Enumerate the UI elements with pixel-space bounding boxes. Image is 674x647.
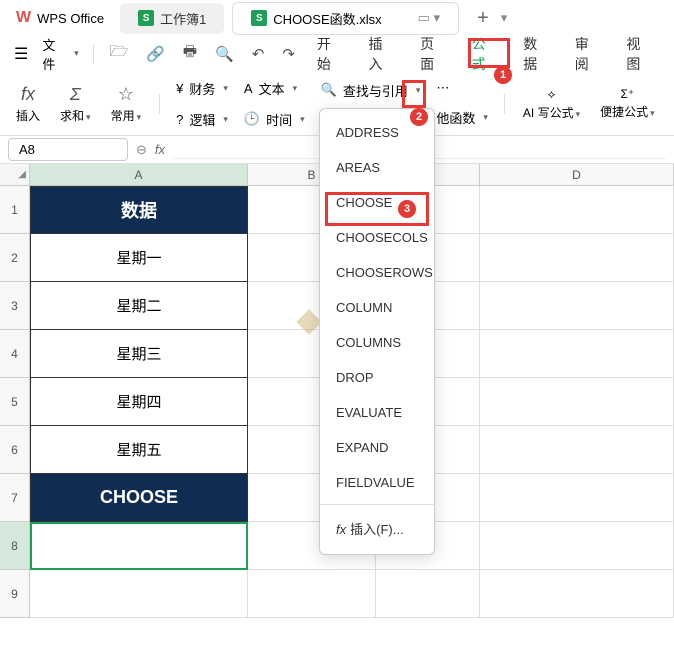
logic-button[interactable]: ? 逻辑▾ bbox=[170, 106, 234, 133]
ai-formula-button[interactable]: ⟡ AI 写公式▾ bbox=[515, 85, 588, 123]
cell-A6[interactable]: 星期五 bbox=[30, 426, 248, 474]
fn-choosecols[interactable]: CHOOSECOLS bbox=[320, 220, 434, 255]
annotation-badge-1: 1 bbox=[494, 66, 512, 84]
tab-data[interactable]: 数据 bbox=[511, 26, 563, 82]
row-header-3[interactable]: 3 bbox=[0, 282, 30, 330]
row-header-2[interactable]: 2 bbox=[0, 234, 30, 282]
app-logo[interactable]: W WPS Office bbox=[8, 5, 112, 31]
file-menu[interactable]: 文件▾ bbox=[36, 31, 84, 77]
cell-A3[interactable]: 星期二 bbox=[30, 282, 248, 330]
preview-icon[interactable]: 🔍 bbox=[207, 39, 242, 69]
fn-columns[interactable]: COLUMNS bbox=[320, 325, 434, 360]
tab-insert[interactable]: 插入 bbox=[356, 26, 408, 82]
divider bbox=[93, 44, 94, 64]
sigma-icon: Σ bbox=[70, 84, 81, 105]
tab-view[interactable]: 视图 bbox=[614, 26, 666, 82]
text-button[interactable]: A 文本▾ bbox=[238, 75, 311, 102]
insert-function-item[interactable]: fx插入(F)... bbox=[320, 509, 434, 548]
row-header-4[interactable]: 4 bbox=[0, 330, 30, 378]
fn-fieldvalue[interactable]: FIELDVALUE bbox=[320, 465, 434, 500]
other-fn-button[interactable]: 他函数▾ bbox=[430, 104, 494, 131]
menu-tabs: 开始 插入 页面 公式 数据 审阅 视图 bbox=[305, 26, 666, 82]
row-header-5[interactable]: 5 bbox=[0, 378, 30, 426]
star-icon: ☆ bbox=[118, 84, 134, 105]
tab-start[interactable]: 开始 bbox=[305, 26, 357, 82]
workbook-tab-1[interactable]: S 工作簿1 bbox=[120, 3, 224, 34]
share-icon[interactable]: 🔗 bbox=[138, 39, 173, 69]
row-header-6[interactable]: 6 bbox=[0, 426, 30, 474]
wps-logo-icon: W bbox=[16, 9, 31, 27]
fn-column[interactable]: COLUMN bbox=[320, 290, 434, 325]
sigma-plus-icon: Σ⁺ bbox=[621, 87, 635, 101]
fn-drop[interactable]: DROP bbox=[320, 360, 434, 395]
quick-formula-button[interactable]: Σ⁺ 便捷公式▾ bbox=[592, 85, 663, 122]
cell-A4[interactable]: 星期三 bbox=[30, 330, 248, 378]
cell-A7[interactable]: CHOOSE bbox=[30, 474, 248, 522]
finance-icon: ¥ bbox=[176, 81, 183, 96]
tab-dropdown-icon[interactable]: ▾ bbox=[501, 10, 508, 26]
separator bbox=[320, 504, 434, 505]
redo-icon[interactable]: ↷ bbox=[274, 39, 303, 69]
cell-A1[interactable]: 数据 bbox=[30, 186, 248, 234]
common-button[interactable]: ☆ 常用▾ bbox=[103, 82, 150, 126]
finance-button[interactable]: ¥ 财务▾ bbox=[170, 75, 234, 102]
lookup-button[interactable]: 🔍 查找与引用▾ bbox=[315, 77, 427, 104]
hamburger-icon[interactable]: ☰ bbox=[8, 40, 34, 68]
text-icon: A bbox=[244, 81, 253, 96]
cell-reference-input[interactable] bbox=[8, 138, 128, 161]
col-header-D[interactable]: D bbox=[480, 164, 674, 186]
search-icon: 🔍 bbox=[321, 82, 337, 98]
sheet-icon: S bbox=[251, 10, 267, 26]
more-button[interactable]: ⋯ bbox=[430, 76, 494, 100]
ai-icon: ⟡ bbox=[548, 87, 556, 102]
window-controls-icon[interactable]: ▭ ▾ bbox=[418, 10, 440, 26]
sum-button[interactable]: Σ 求和▾ bbox=[52, 82, 99, 126]
menubar: ☰ 文件▾ 🗁 🔗 🖶 🔍 ↶ ↷ 开始 插入 页面 公式 数据 审阅 视图 bbox=[0, 36, 674, 72]
app-name: WPS Office bbox=[37, 11, 104, 26]
row-header-7[interactable]: 7 bbox=[0, 474, 30, 522]
cell-D1[interactable] bbox=[480, 186, 674, 234]
row-header-9[interactable]: 9 bbox=[0, 570, 30, 618]
lookup-functions-dropdown: ADDRESS AREAS CHOOSE CHOOSECOLS CHOOSERO… bbox=[319, 108, 435, 555]
tab-review[interactable]: 审阅 bbox=[563, 26, 615, 82]
fn-areas[interactable]: AREAS bbox=[320, 150, 434, 185]
fn-choose[interactable]: CHOOSE bbox=[320, 185, 434, 220]
print-icon[interactable]: 🖶 bbox=[175, 35, 205, 72]
fn-evaluate[interactable]: EVALUATE bbox=[320, 395, 434, 430]
clock-icon: 🕒 bbox=[244, 111, 260, 127]
divider bbox=[504, 94, 505, 114]
open-icon[interactable]: 🗁 bbox=[102, 35, 137, 72]
cell-A2[interactable]: 星期一 bbox=[30, 234, 248, 282]
datetime-button[interactable]: 🕒 时间▾ bbox=[238, 106, 311, 133]
divider bbox=[159, 94, 160, 114]
cell-A9[interactable] bbox=[30, 570, 248, 618]
annotation-badge-2: 2 bbox=[410, 108, 428, 126]
fx-icon: fx bbox=[21, 84, 35, 105]
fn-expand[interactable]: EXPAND bbox=[320, 430, 434, 465]
more-icon: ⋯ bbox=[436, 80, 449, 96]
col-header-A[interactable]: A bbox=[30, 164, 248, 186]
undo-icon[interactable]: ↶ bbox=[244, 39, 273, 69]
row-header-1[interactable]: 1 bbox=[0, 186, 30, 234]
tab-page[interactable]: 页面 bbox=[408, 26, 460, 82]
annotation-badge-3: 3 bbox=[398, 200, 416, 218]
fn-chooserows[interactable]: CHOOSEROWS bbox=[320, 255, 434, 290]
insert-function-button[interactable]: fx 插入 bbox=[8, 82, 48, 126]
sheet-icon: S bbox=[138, 10, 154, 26]
cell-A5[interactable]: 星期四 bbox=[30, 378, 248, 426]
cell-A8[interactable] bbox=[30, 522, 248, 570]
select-all-corner[interactable]: ◢ bbox=[0, 164, 30, 186]
logic-icon: ? bbox=[176, 112, 183, 127]
zoom-icon[interactable]: ⊖ bbox=[136, 142, 147, 158]
tab-label: 工作簿1 bbox=[160, 9, 206, 28]
row-header-8[interactable]: 8 bbox=[0, 522, 30, 570]
fx-icon[interactable]: fx bbox=[155, 142, 165, 157]
